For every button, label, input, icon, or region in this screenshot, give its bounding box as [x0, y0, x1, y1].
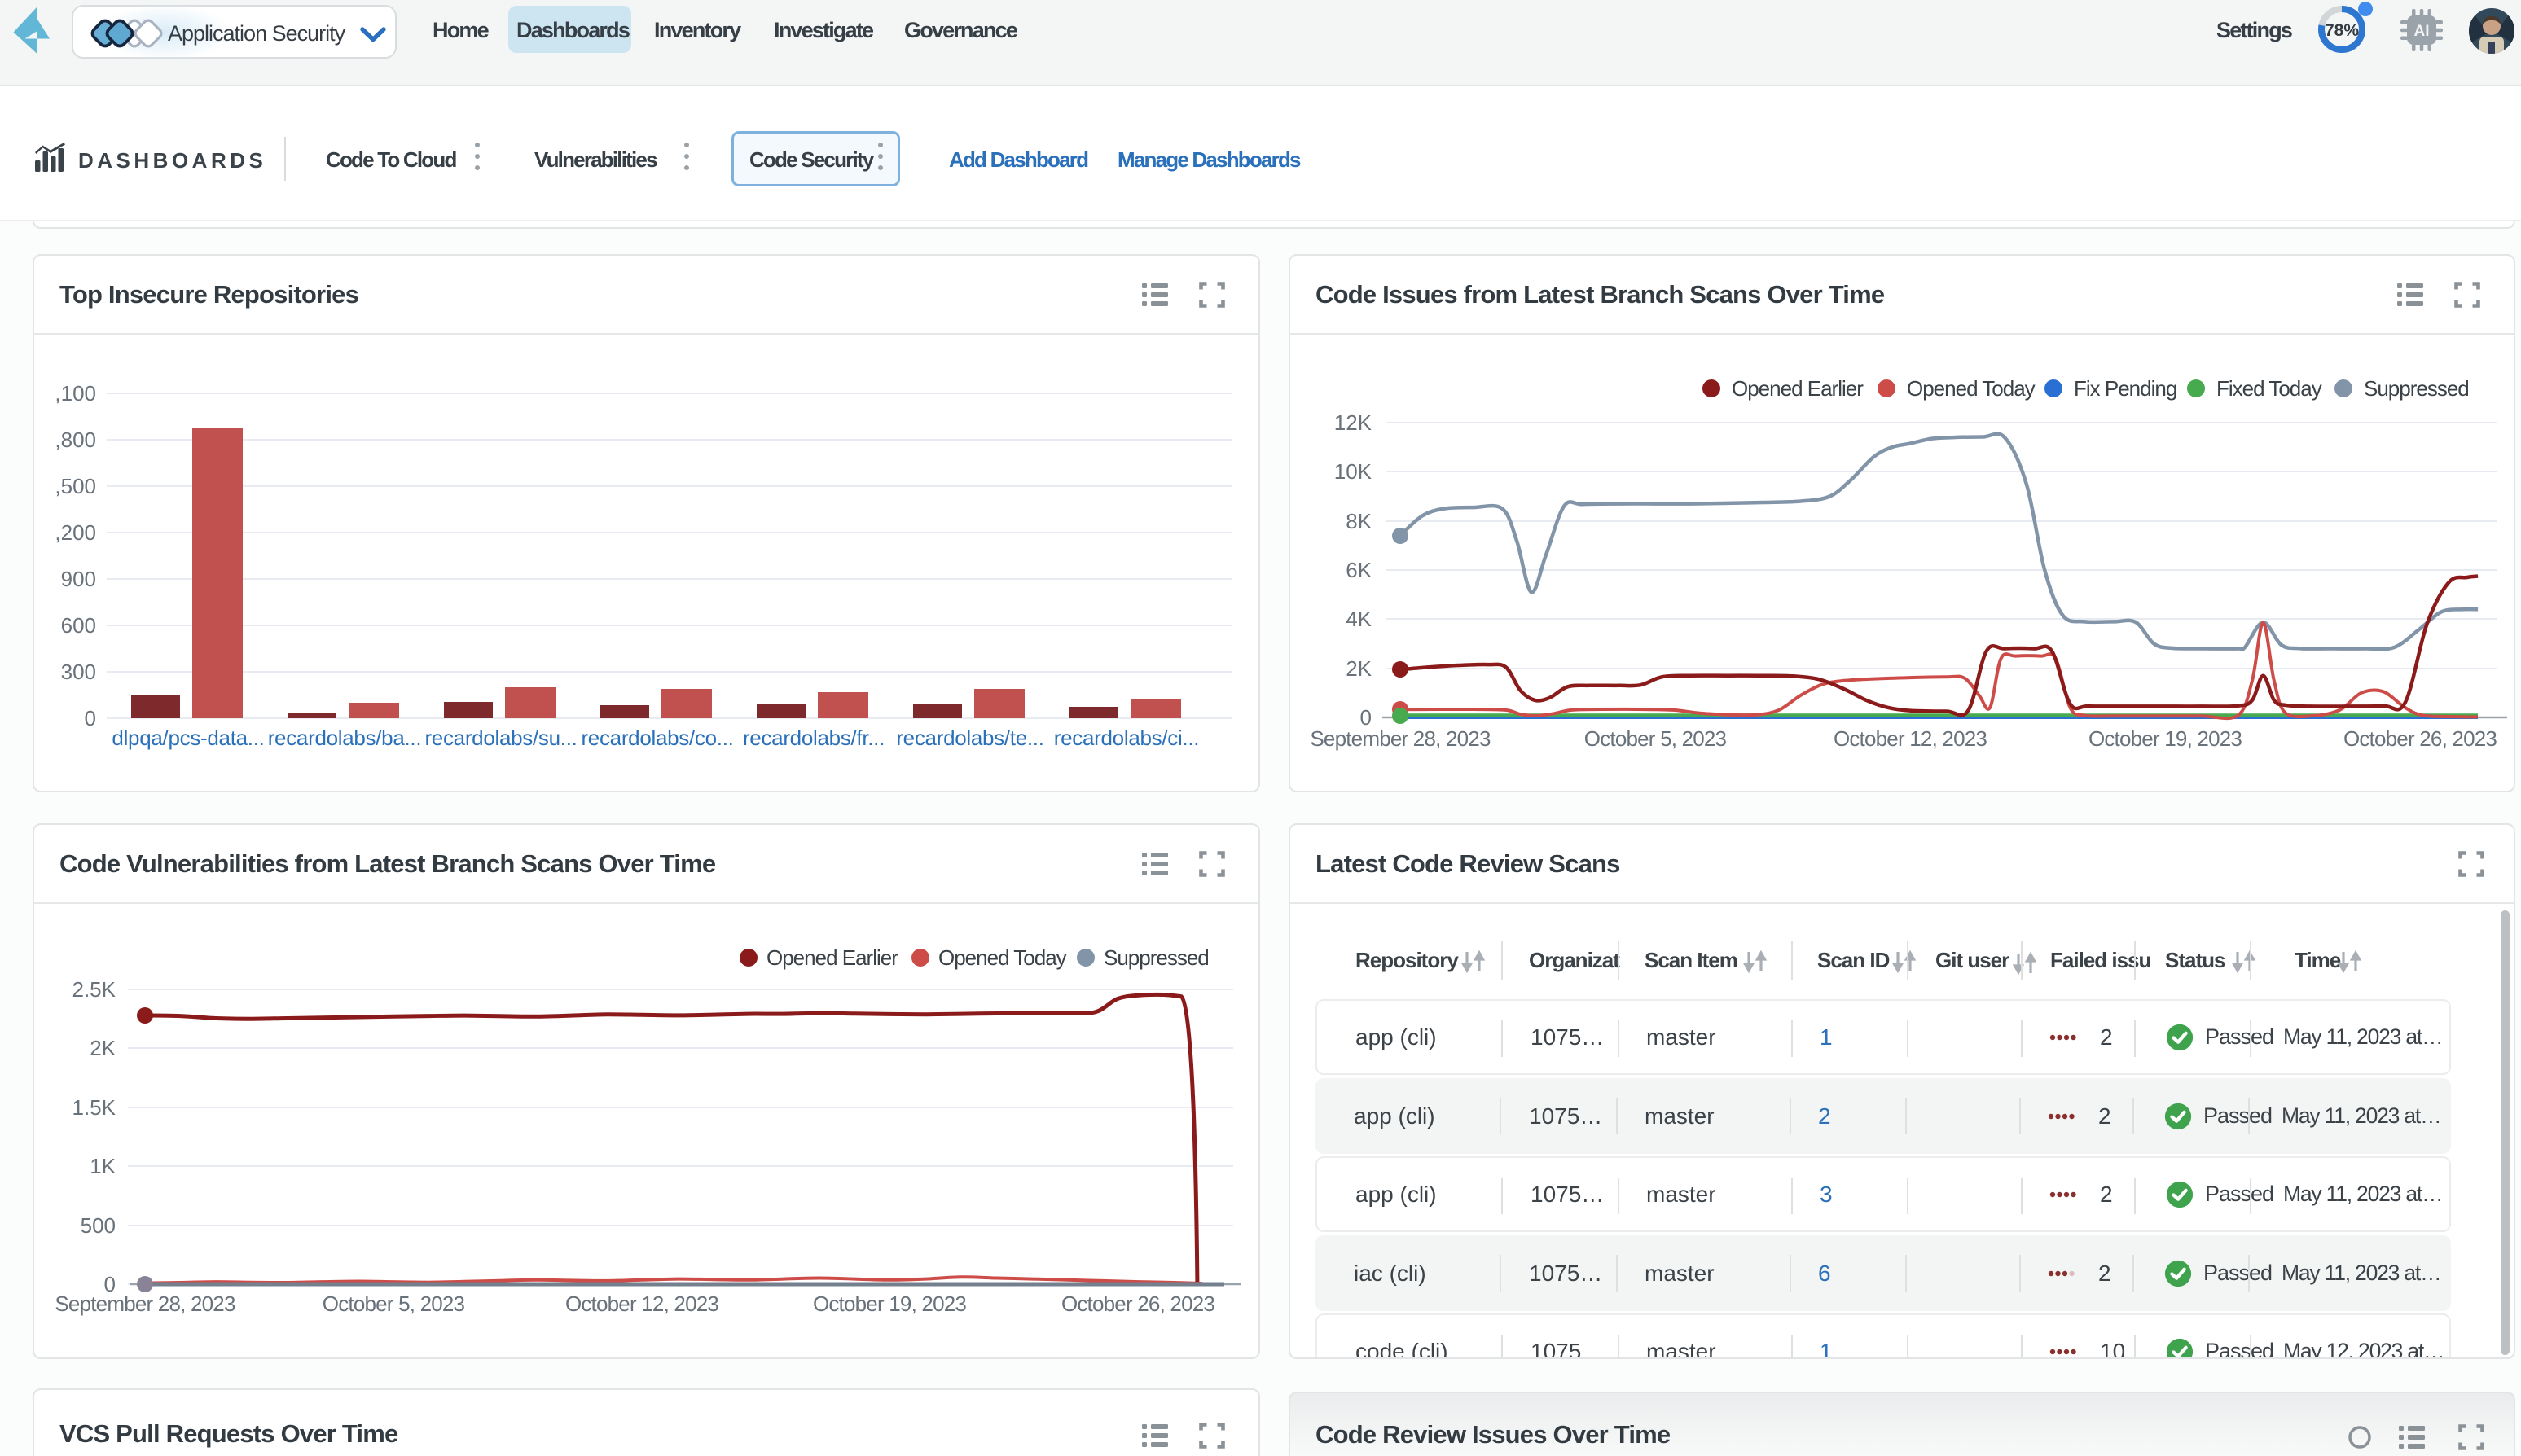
svg-text:6K: 6K	[1346, 558, 1372, 582]
svg-text:78%: 78%	[2325, 21, 2359, 40]
svg-text:,800: ,800	[55, 428, 96, 452]
svg-text:,200: ,200	[55, 520, 96, 545]
svg-text:Opened Earlier: Opened Earlier	[766, 945, 898, 970]
svg-text:Opened Earlier: Opened Earlier	[1732, 376, 1864, 401]
svg-text:Suppressed: Suppressed	[1104, 945, 1209, 970]
svg-text:8K: 8K	[1346, 509, 1372, 533]
svg-text:September 28, 2023: September 28, 2023	[1310, 726, 1491, 751]
svg-text:dlpqa/pcs-data...: dlpqa/pcs-data...	[112, 726, 264, 750]
svg-text:October 12, 2023: October 12, 2023	[565, 1292, 718, 1316]
svg-text:12K: 12K	[1334, 410, 1372, 435]
svg-text:recardolabs/te...: recardolabs/te...	[896, 726, 1043, 750]
svg-text:Opened Today: Opened Today	[1907, 376, 2036, 401]
svg-text:2K: 2K	[90, 1036, 116, 1060]
svg-text:AI: AI	[2414, 23, 2430, 40]
svg-text:recardolabs/fr...: recardolabs/fr...	[743, 726, 885, 750]
svg-text:1K: 1K	[90, 1154, 116, 1178]
svg-text:300: 300	[61, 660, 96, 684]
svg-text:Suppressed: Suppressed	[2364, 376, 2469, 401]
svg-text:4K: 4K	[1346, 607, 1372, 631]
svg-text:600: 600	[61, 613, 96, 638]
svg-text:recardolabs/su...: recardolabs/su...	[424, 726, 577, 750]
svg-text:Opened Today: Opened Today	[938, 945, 1067, 970]
svg-text:September 28, 2023: September 28, 2023	[55, 1292, 235, 1316]
svg-text:October 19, 2023: October 19, 2023	[2088, 726, 2242, 751]
svg-text:,100: ,100	[55, 381, 96, 406]
svg-text:500: 500	[81, 1213, 116, 1238]
svg-text:October 26, 2023: October 26, 2023	[2343, 726, 2497, 751]
svg-text:10K: 10K	[1334, 459, 1372, 484]
svg-text:900: 900	[61, 567, 96, 591]
svg-text:October 26, 2023: October 26, 2023	[1061, 1292, 1214, 1316]
svg-text:2.5K: 2.5K	[72, 977, 116, 1002]
svg-text:October 19, 2023: October 19, 2023	[813, 1292, 966, 1316]
svg-text:recardolabs/ba...: recardolabs/ba...	[268, 726, 422, 750]
svg-text:Fixed Today: Fixed Today	[2216, 376, 2322, 401]
svg-text:October 5, 2023: October 5, 2023	[323, 1292, 465, 1316]
svg-text:,500: ,500	[55, 474, 96, 498]
svg-text:0: 0	[85, 706, 96, 730]
svg-text:October 12, 2023: October 12, 2023	[1834, 726, 1987, 751]
svg-text:2K: 2K	[1346, 656, 1372, 681]
svg-text:recardolabs/co...: recardolabs/co...	[581, 726, 733, 750]
svg-text:October 5, 2023: October 5, 2023	[1584, 726, 1727, 751]
svg-text:recardolabs/ci...: recardolabs/ci...	[1054, 726, 1199, 750]
svg-text:1.5K: 1.5K	[72, 1095, 116, 1120]
svg-text:Fix Pending: Fix Pending	[2074, 376, 2176, 401]
